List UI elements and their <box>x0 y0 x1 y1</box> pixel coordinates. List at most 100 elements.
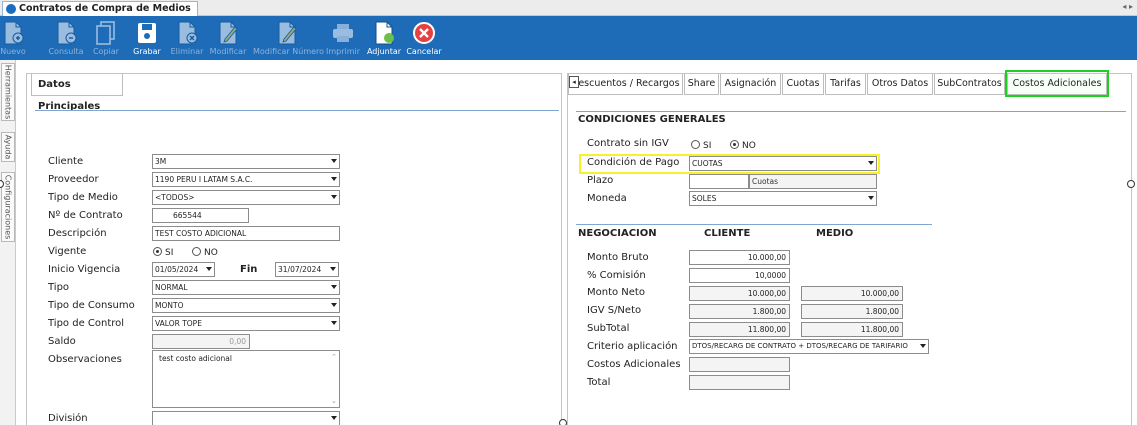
igv-si-radio[interactable]: SI <box>691 140 711 151</box>
tipo-control-label: Tipo de Control <box>48 318 125 329</box>
plazo-input[interactable] <box>689 174 749 189</box>
monto-bruto-label: Monto Bruto <box>587 252 649 263</box>
dropdown-arrow-icon <box>206 267 212 271</box>
edit-number-icon <box>275 20 299 46</box>
proveedor-select[interactable]: 1190 PERU I LATAM S.A.C. <box>152 172 340 187</box>
consulta-button[interactable]: Consulta <box>48 16 84 60</box>
toolbar-button-label: Imprimir <box>326 47 361 56</box>
edit-icon <box>216 20 240 46</box>
monto-bruto-cliente[interactable]: 10.000,00 <box>689 250 790 265</box>
monto-neto-cliente: 10.000,00 <box>689 286 790 301</box>
copiar-button[interactable]: Copiar <box>92 16 120 60</box>
eliminar-button[interactable]: Eliminar <box>170 16 204 60</box>
saldo-field: 0,00 <box>152 334 250 349</box>
toolbar-button-label: Modificar <box>209 47 247 56</box>
tab-cuotas[interactable]: Cuotas <box>782 74 824 95</box>
grabar-button[interactable]: Grabar <box>132 16 162 60</box>
save-icon <box>135 20 159 46</box>
fin-label: Fin <box>240 264 258 275</box>
proveedor-label: Proveedor <box>48 174 99 185</box>
query-document-icon <box>54 20 78 46</box>
monto-neto-label: Monto Neto <box>587 287 645 298</box>
modificar-button[interactable]: Modificar <box>209 16 247 60</box>
saldo-label: Saldo <box>48 336 76 347</box>
cancelar-button[interactable]: Cancelar <box>406 16 442 60</box>
tipo-control-select[interactable]: VALOR TOPE <box>152 316 340 331</box>
divider <box>576 111 1126 112</box>
inicio-vigencia-date[interactable]: 01/05/2024 <box>152 262 215 277</box>
cancel-icon <box>412 20 436 46</box>
condicion-pago-select[interactable]: CUOTAS <box>689 156 877 171</box>
radio-empty-icon <box>192 247 201 256</box>
monto-neto-medio: 10.000,00 <box>801 286 903 301</box>
dropdown-arrow-icon <box>330 267 336 271</box>
negociacion-header: NEGOCIACION <box>578 228 657 239</box>
observaciones-label: Observaciones <box>48 354 122 365</box>
adjuntar-button[interactable]: Adjuntar <box>366 16 402 60</box>
side-tab-herramientas[interactable]: Herramientas <box>1 63 15 121</box>
scroll-down-icon[interactable]: ⌄ <box>331 397 337 405</box>
inicio-vigencia-label: Inicio Vigencia <box>48 264 121 275</box>
window-title: Contratos de Compra de Medios <box>19 3 191 14</box>
moneda-select[interactable]: SOLES <box>689 191 877 206</box>
nro-contrato-input[interactable]: 665544 <box>152 208 249 223</box>
tab-nav-arrows[interactable]: ◂ ▸ <box>1122 2 1133 11</box>
cliente-label: Cliente <box>48 156 84 167</box>
imprimir-button[interactable]: Imprimir <box>326 16 360 60</box>
tab-tarifas[interactable]: Tarifas <box>825 74 866 95</box>
total-label: Total <box>587 377 611 388</box>
tab-subcontratos[interactable]: SubContratos <box>934 74 1005 95</box>
criterio-select[interactable]: DTOS/RECARG DE CONTRATO + DTOS/RECARG DE… <box>689 339 929 354</box>
costos-adicionales-field <box>689 357 790 372</box>
tipo-consumo-select[interactable]: MONTO <box>152 298 340 313</box>
tipo-select[interactable]: NORMAL <box>152 280 340 295</box>
printer-icon <box>331 20 355 46</box>
total-field <box>689 375 790 390</box>
criterio-label: Criterio aplicación <box>587 341 678 352</box>
subtotal-cliente: 11.800,00 <box>689 322 790 337</box>
radio-empty-icon <box>691 140 700 149</box>
tab-scroll-left-icon[interactable]: ◂ <box>569 76 579 88</box>
moneda-label: Moneda <box>587 193 627 204</box>
splitter-handle[interactable] <box>559 419 567 425</box>
modificar-número-button[interactable]: Modificar Número <box>253 16 325 60</box>
side-tab-ayuda[interactable]: Ayuda <box>1 132 15 162</box>
toolbar-button-label: Cancelar <box>406 47 442 56</box>
tab-strip: Descuentos / Recargos ◂ Share Asignación… <box>568 70 1133 97</box>
toolbar-button-label: Modificar Número <box>253 47 325 56</box>
tipo-medio-select[interactable]: <TODOS> <box>152 190 340 205</box>
comision-label: % Comisión <box>587 270 646 281</box>
resize-handle[interactable] <box>1127 180 1135 188</box>
observaciones-textarea[interactable]: test costo adicional ⌃ ⌄ <box>152 350 340 408</box>
tab-asignacion[interactable]: Asignación <box>720 74 781 95</box>
igv-cliente: 1.800,00 <box>689 304 790 319</box>
dropdown-arrow-icon <box>331 177 337 181</box>
divider <box>35 110 559 111</box>
igv-medio: 1.800,00 <box>801 304 903 319</box>
cliente-select[interactable]: 3M <box>152 154 340 169</box>
radio-selected-icon <box>153 247 162 256</box>
igv-no-radio[interactable]: NO <box>730 140 756 151</box>
nuevo-button[interactable]: Nuevo <box>0 16 27 60</box>
vigente-si-radio[interactable]: SI <box>153 247 173 258</box>
contrato-sin-igv-label: Contrato sin IGV <box>587 138 669 149</box>
tab-datos-principales[interactable]: Datos Principales <box>31 74 123 112</box>
vigente-no-radio[interactable]: NO <box>192 247 218 258</box>
tab-descuentos-recargos[interactable]: Descuentos / Recargos <box>568 74 683 95</box>
descripcion-input[interactable]: TEST COSTO ADICIONAL <box>152 226 340 241</box>
toolbar-button-label: Nuevo <box>0 47 26 56</box>
delete-document-icon <box>175 20 199 46</box>
fin-date[interactable]: 31/07/2024 <box>275 262 339 277</box>
dropdown-arrow-icon <box>331 416 337 420</box>
toolbar-button-label: Grabar <box>133 47 161 56</box>
tab-share[interactable]: Share <box>684 74 719 95</box>
scroll-up-icon[interactable]: ⌃ <box>331 353 337 361</box>
division-select[interactable] <box>152 411 340 425</box>
attach-icon <box>372 20 396 46</box>
toolbar-button-label: Copiar <box>93 47 119 56</box>
window-tab[interactable]: Contratos de Compra de Medios <box>2 1 198 16</box>
comision-cliente[interactable]: 10,0000 <box>689 268 790 283</box>
dropdown-arrow-icon <box>331 195 337 199</box>
detalle-panel: Descuentos / Recargos ◂ Share Asignación… <box>567 70 1133 425</box>
tab-otros-datos[interactable]: Otros Datos <box>867 74 933 95</box>
